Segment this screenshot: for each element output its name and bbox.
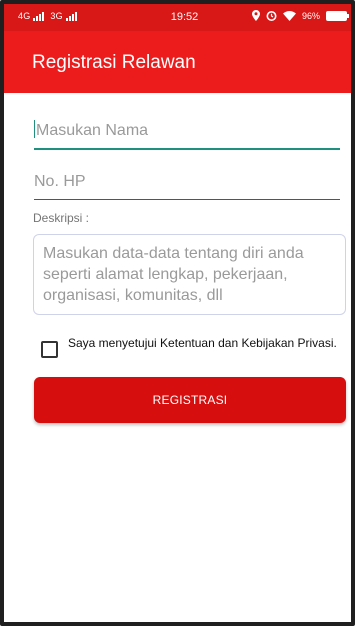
alarm-icon: [266, 11, 277, 21]
battery-percent: 96%: [301, 10, 320, 21]
text-cursor: [34, 120, 35, 138]
description-textarea[interactable]: Masukan data-data tentang diri anda sepe…: [33, 234, 346, 315]
status-bar: 4G 3G 19:52 96%: [4, 4, 351, 31]
wifi-icon: [282, 10, 296, 21]
location-icon: [251, 10, 260, 21]
agreement-label: Saya menyetujui Ketentuan dan Kebijakan …: [68, 336, 337, 350]
phone-input[interactable]: No. HP: [34, 173, 340, 200]
phone-placeholder: No. HP: [34, 173, 86, 190]
status-icons: 96%: [251, 10, 349, 21]
name-placeholder: Masukan Nama: [36, 122, 149, 139]
page-title: Registrasi Relawan: [32, 52, 196, 73]
register-button[interactable]: REGISTRASI: [34, 377, 346, 423]
description-label: Deskripsi :: [33, 211, 90, 225]
app-bar: Registrasi Relawan: [4, 31, 351, 93]
battery-icon: [326, 10, 349, 21]
name-input[interactable]: Masukan Nama: [34, 120, 340, 150]
agreement-row[interactable]: Saya menyetujui Ketentuan dan Kebijakan …: [41, 337, 338, 358]
phone-frame: 4G 3G 19:52 96% Registrasi Relawan Masuk…: [0, 0, 355, 626]
agreement-checkbox[interactable]: [41, 341, 58, 358]
description-placeholder: Masukan data-data tentang diri anda sepe…: [43, 245, 304, 304]
